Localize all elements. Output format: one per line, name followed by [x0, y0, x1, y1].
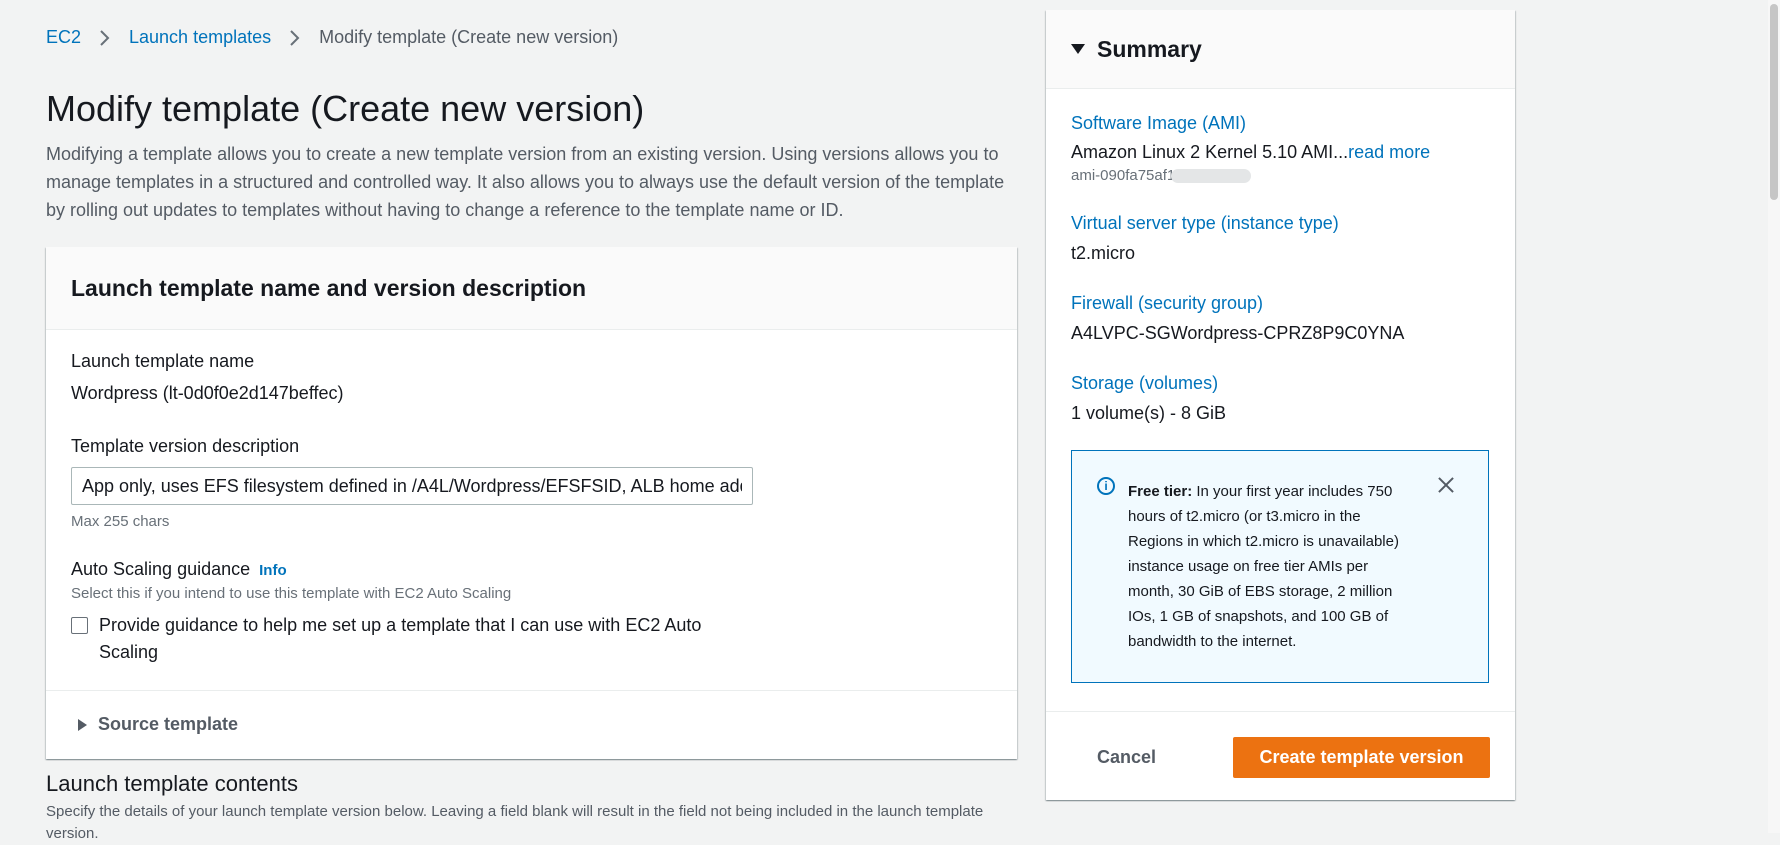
free-tier-alert: i Free tier: In your first year includes… — [1071, 450, 1489, 683]
auto-scaling-guidance-label: Auto Scaling guidance Info — [71, 559, 287, 580]
summary-ami-link[interactable]: Software Image (AMI) — [1071, 113, 1246, 133]
launch-template-name-value: Wordpress (lt-0d0f0e2d147beffec) — [71, 383, 344, 403]
summary-firewall-link[interactable]: Firewall (security group) — [1071, 293, 1263, 313]
summary-ami-id: ami-090fa75af1 — [1071, 167, 1176, 184]
breadcrumb-ec2[interactable]: EC2 — [46, 27, 81, 48]
summary-instance-type-value: t2.micro — [1071, 243, 1136, 263]
source-template-label: Source template — [98, 714, 239, 734]
summary-firewall-value: A4LVPC-SGWordpress-CPRZ8P9C0YNA — [1071, 323, 1405, 343]
auto-scaling-guidance-checkbox[interactable] — [71, 617, 88, 634]
source-template-expander[interactable]: Source template — [46, 690, 1017, 758]
panel-title: Launch template name and version descrip… — [71, 274, 587, 301]
summary-footer: Cancel Create template version — [1046, 711, 1515, 801]
auto-scaling-guidance-checkbox-row[interactable]: Provide guidance to help me set up a tem… — [71, 612, 719, 666]
panel-header: Launch template name and version descrip… — [46, 247, 1017, 330]
free-tier-body: In your first year includes 750 hours of… — [1128, 483, 1399, 650]
summary-storage-link[interactable]: Storage (volumes) — [1071, 373, 1218, 393]
template-version-description-input[interactable] — [71, 467, 753, 505]
summary-ami-id-row: ami-090fa75af1 — [1071, 167, 1430, 184]
redacted-overlay — [1171, 168, 1252, 183]
summary-ami-value: Amazon Linux 2 Kernel 5.10 AMI... — [1071, 142, 1349, 162]
launch-template-name-label: Launch template name — [71, 351, 255, 371]
summary-panel: Summary Software Image (AMI) Amazon Linu… — [1046, 10, 1515, 800]
summary-ami-read-more[interactable]: read more — [1348, 142, 1430, 162]
summary-ami-value-row: Amazon Linux 2 Kernel 5.10 AMI...read mo… — [1071, 142, 1430, 163]
auto-scaling-guidance-description: Select this if you intend to use this te… — [71, 585, 512, 602]
close-icon[interactable] — [1434, 473, 1458, 497]
summary-title: Summary — [1097, 35, 1202, 62]
auto-scaling-guidance-checkbox-label: Provide guidance to help me set up a tem… — [99, 615, 702, 662]
summary-storage-value: 1 volume(s) - 8 GiB — [1071, 403, 1227, 423]
free-tier-label: Free tier: — [1128, 483, 1193, 500]
launch-template-contents-title: Launch template contents — [46, 771, 298, 796]
summary-storage: Storage (volumes) 1 volume(s) - 8 GiB — [1071, 373, 1226, 424]
create-template-version-button[interactable]: Create template version — [1233, 737, 1490, 778]
caret-right-icon — [78, 718, 87, 731]
free-tier-text: Free tier: In your first year includes 7… — [1128, 479, 1418, 654]
summary-ami: Software Image (AMI) Amazon Linux 2 Kern… — [1071, 113, 1430, 184]
scrollbar-thumb[interactable] — [1770, 4, 1778, 200]
breadcrumb: EC2 Launch templates Modify template (Cr… — [46, 27, 618, 48]
summary-instance-type-link[interactable]: Virtual server type (instance type) — [1071, 213, 1339, 233]
chevron-right-icon — [95, 28, 115, 48]
summary-header[interactable]: Summary — [1046, 10, 1515, 89]
cancel-button[interactable]: Cancel — [1097, 747, 1156, 768]
breadcrumb-current: Modify template (Create new version) — [319, 27, 619, 47]
page-title: Modify template (Create new version) — [46, 88, 645, 129]
summary-firewall: Firewall (security group) A4LVPC-SGWordp… — [1071, 293, 1404, 344]
auto-scaling-guidance-label-text: Auto Scaling guidance — [71, 559, 251, 579]
auto-scaling-info-link[interactable]: Info — [259, 562, 287, 579]
template-name-panel: Launch template name and version descrip… — [46, 247, 1017, 759]
page-scrollbar[interactable] — [1768, 0, 1780, 833]
caret-down-icon — [1071, 44, 1085, 54]
summary-instance-type: Virtual server type (instance type) t2.m… — [1071, 213, 1339, 264]
chevron-right-icon — [285, 28, 305, 48]
breadcrumb-launch-templates[interactable]: Launch templates — [129, 27, 271, 48]
page-description: Modifying a template allows you to creat… — [46, 144, 1005, 220]
template-version-description-constraint: Max 255 chars — [71, 513, 170, 530]
template-version-description-label: Template version description — [71, 436, 300, 456]
info-icon: i — [1097, 477, 1115, 495]
launch-template-contents-description: Specify the details of your launch templ… — [46, 803, 984, 842]
